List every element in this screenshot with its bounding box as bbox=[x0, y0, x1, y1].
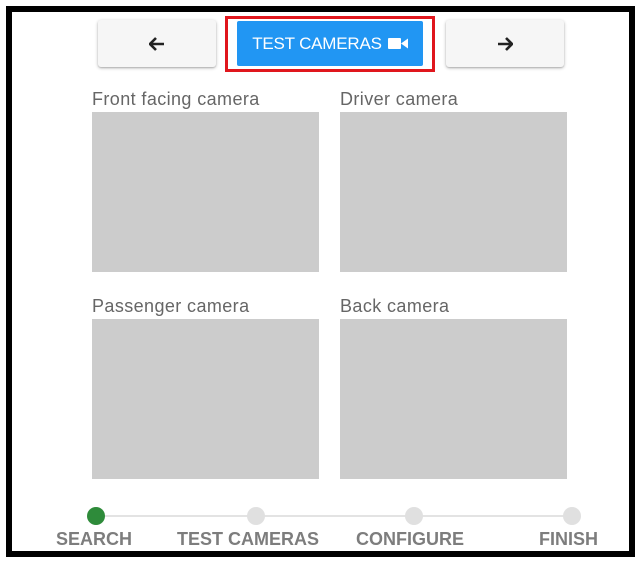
step-dot-test-cameras[interactable] bbox=[247, 507, 265, 525]
step-dot-configure[interactable] bbox=[405, 507, 423, 525]
front-camera-preview bbox=[92, 112, 319, 272]
step-label-finish[interactable]: FINISH bbox=[539, 529, 598, 550]
back-camera-preview bbox=[340, 319, 567, 479]
step-dot-finish[interactable] bbox=[563, 507, 581, 525]
test-cameras-button-label: TEST CAMERAS bbox=[252, 33, 382, 53]
driver-camera-label: Driver camera bbox=[340, 89, 459, 109]
test-cameras-button[interactable]: TEST CAMERAS bbox=[237, 21, 423, 66]
back-camera-label: Back camera bbox=[340, 296, 450, 316]
passenger-camera-label: Passenger camera bbox=[92, 296, 250, 316]
passenger-camera-preview bbox=[92, 319, 319, 479]
arrow-right-icon bbox=[498, 36, 513, 51]
stepper-track bbox=[96, 515, 572, 517]
step-label-test-cameras[interactable]: TEST CAMERAS bbox=[177, 529, 319, 550]
previous-button[interactable] bbox=[98, 20, 216, 67]
video-camera-icon bbox=[387, 37, 408, 50]
arrow-left-icon bbox=[149, 36, 164, 51]
step-label-search[interactable]: SEARCH bbox=[56, 529, 132, 550]
next-button[interactable] bbox=[446, 20, 564, 67]
front-camera-label: Front facing camera bbox=[92, 89, 260, 109]
step-label-configure[interactable]: CONFIGURE bbox=[356, 529, 464, 550]
step-dot-search[interactable] bbox=[87, 507, 105, 525]
driver-camera-preview bbox=[340, 112, 567, 272]
